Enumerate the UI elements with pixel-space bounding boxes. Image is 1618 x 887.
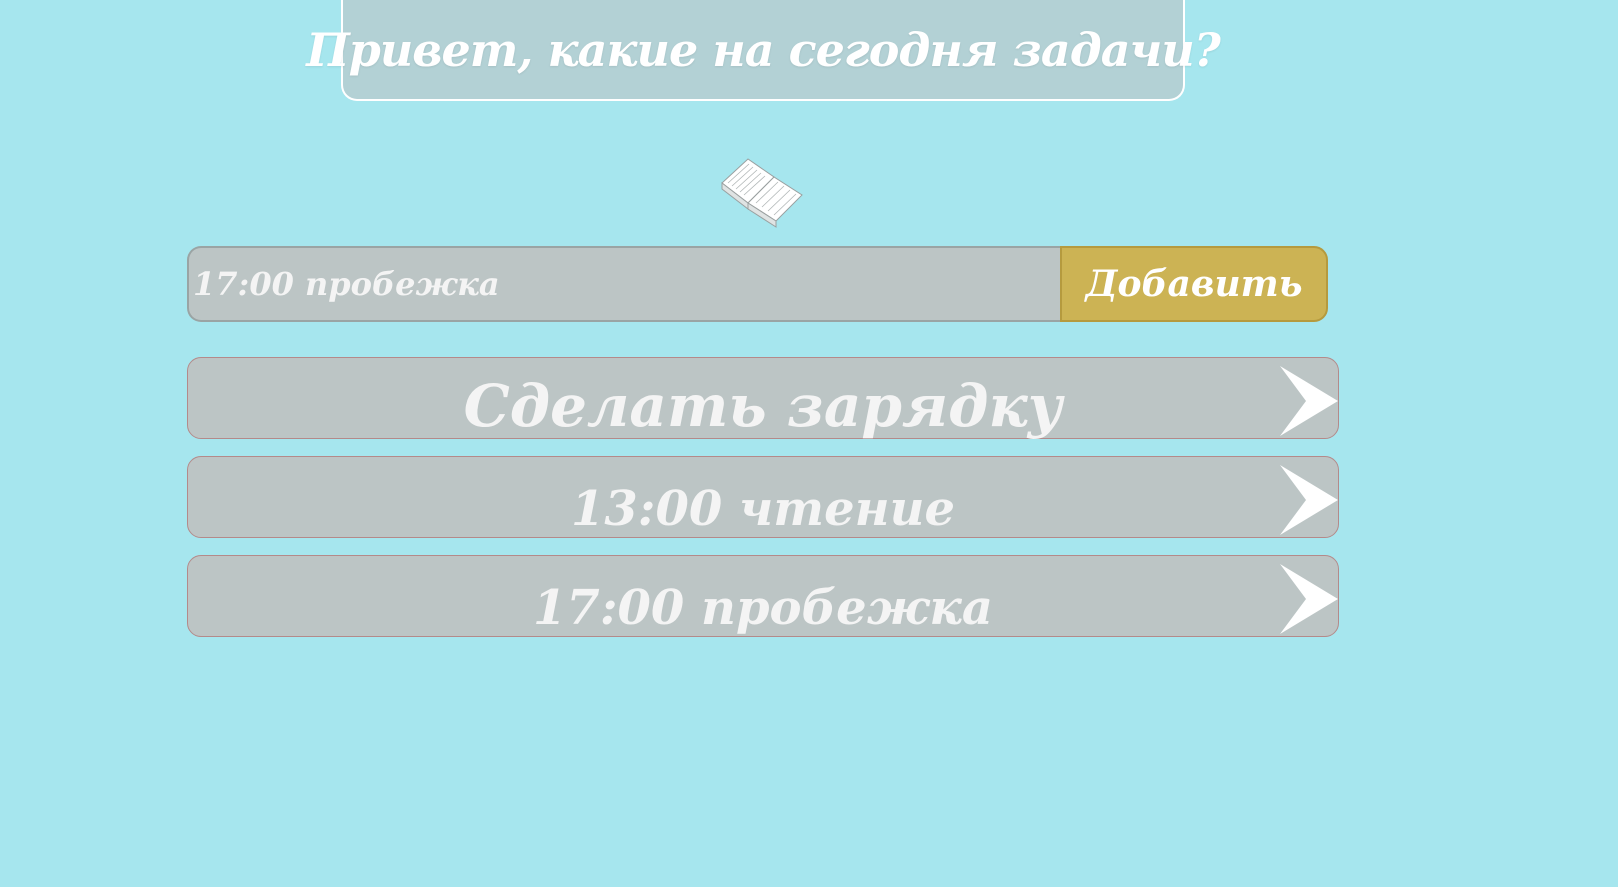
task-label: 17:00 пробежка [533, 580, 993, 636]
task-item[interactable]: 17:00 пробежка [187, 555, 1339, 637]
open-book-icon [721, 158, 803, 228]
add-task-form: Добавить [187, 246, 1328, 322]
add-task-button[interactable]: Добавить [1060, 246, 1328, 322]
task-label: Сделать зарядку [463, 372, 1063, 440]
task-input[interactable] [187, 246, 1060, 322]
task-item[interactable]: Сделать зарядку [187, 357, 1339, 440]
chevron-right-icon[interactable] [1280, 465, 1338, 535]
chevron-right-icon[interactable] [1280, 564, 1338, 634]
task-label: 13:00 чтение [570, 481, 956, 537]
task-item[interactable]: 13:00 чтение [187, 456, 1339, 538]
chevron-right-icon[interactable] [1280, 366, 1338, 436]
page-header: Привет, какие на сегодня задачи? [306, 0, 1221, 101]
page-title: Привет, какие на сегодня задачи? [306, 22, 1221, 77]
task-list: Сделать зарядку 13:00 чтение 17:00 пробе… [187, 357, 1339, 654]
